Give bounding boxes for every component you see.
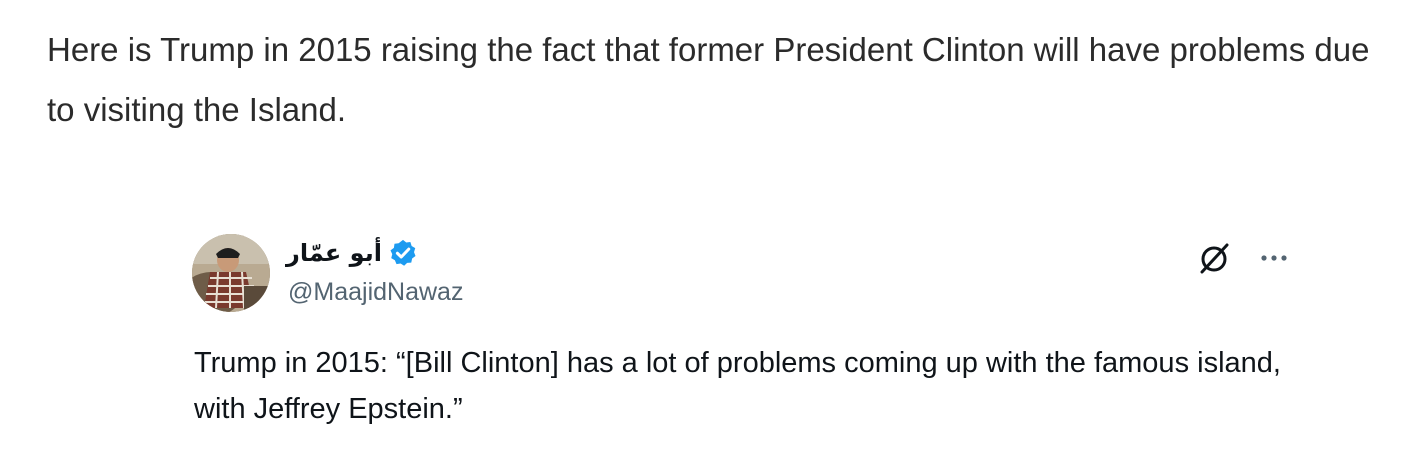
- more-options-icon[interactable]: [1256, 240, 1292, 276]
- embedded-tweet[interactable]: أبو عمّار @MaajidNawaz Trump in 2015: “[…: [192, 228, 1302, 438]
- post-body-text: Here is Trump in 2015 raising the fact t…: [47, 31, 1370, 128]
- verified-badge-icon: [388, 238, 418, 268]
- tweet-text: Trump in 2015: “[Bill Clinton] has a lot…: [194, 347, 1281, 425]
- tweet-author-row[interactable]: أبو عمّار: [286, 236, 418, 270]
- avatar[interactable]: [192, 234, 270, 312]
- grok-icon[interactable]: [1196, 240, 1232, 276]
- display-name[interactable]: أبو عمّار: [286, 239, 382, 267]
- tweet-handle[interactable]: @MaajidNawaz: [288, 278, 463, 307]
